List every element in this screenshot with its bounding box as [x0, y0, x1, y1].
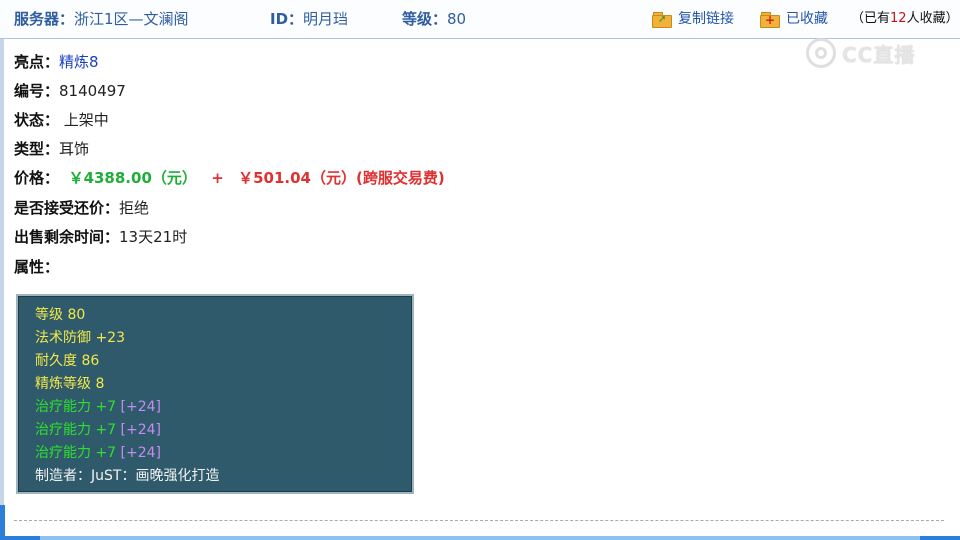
attr-refine-level: 精炼等级 8 [35, 376, 105, 392]
price-label: 价格： [14, 169, 60, 187]
section-divider [14, 520, 944, 521]
attr-heal-3-bonus: [+24] [120, 445, 162, 461]
counter-offer-row: 是否接受还价：拒绝 [14, 198, 149, 218]
server-info: 服务器：浙江1区—文澜阁 [14, 10, 189, 28]
price-value: ￥4388.00（元） [68, 169, 197, 187]
folder-arrow-icon: ➚ [652, 11, 672, 28]
highlight-value: 精炼8 [59, 53, 99, 71]
type-row: 类型：耳饰 [14, 139, 89, 159]
status-row: 状态： 上架中 [14, 110, 109, 130]
favorite-count-number: 12 [890, 11, 907, 26]
level-label: 等级： [402, 10, 448, 28]
server-label: 服务器： [14, 10, 75, 28]
favorite-button[interactable]: + 已收藏 [760, 10, 828, 28]
attr-heal-2: 治疗能力 +7 [+24] [35, 422, 162, 438]
copy-link-button[interactable]: ➚ 复制链接 [652, 10, 734, 28]
left-border [0, 0, 4, 540]
favorite-label: 已收藏 [786, 11, 828, 27]
id-value: 明月珰 [303, 10, 349, 28]
server-value: 浙江1区—文澜阁 [74, 10, 189, 28]
item-number-row: 编号：8140497 [14, 81, 126, 101]
attributes-row: 属性： [14, 257, 59, 277]
number-label: 编号： [14, 82, 60, 100]
price-plus-sign: + [211, 169, 224, 187]
highlight-label: 亮点： [14, 53, 60, 71]
counter-offer-label: 是否接受还价： [14, 199, 120, 217]
attr-magic-defense: 法术防御 +23 [35, 330, 125, 346]
folder-plus-icon: + [760, 11, 780, 28]
bottom-border-highlight [40, 536, 920, 540]
seller-id-info: ID：明月珰 [270, 10, 348, 28]
status-label: 状态： [14, 111, 60, 129]
counter-offer-value: 拒绝 [119, 199, 150, 217]
seller-level-info: 等级：80 [402, 10, 466, 28]
attr-maker: 制造者：JuST：画晚强化打造 [35, 468, 220, 484]
attr-heal-2-bonus: [+24] [120, 422, 162, 438]
cc-live-watermark: CC直播 [806, 38, 915, 68]
level-value: 80 [447, 10, 467, 28]
attr-level: 等级 80 [35, 307, 86, 323]
cc-logo-icon [806, 38, 836, 68]
cross-server-fee: ￥501.04（元）(跨服交易费) [238, 169, 445, 187]
remaining-time-value: 13天21时 [119, 228, 188, 246]
attr-heal-3: 治疗能力 +7 [+24] [35, 445, 162, 461]
type-value: 耳饰 [59, 140, 90, 158]
number-value: 8140497 [59, 82, 126, 100]
price-row: 价格： ￥4388.00（元） + ￥501.04（元）(跨服交易费) [14, 168, 445, 188]
attr-heal-1-bonus: [+24] [120, 399, 162, 415]
item-header-bar: 服务器：浙江1区—文澜阁 ID：明月珰 等级：80 ➚ 复制链接 + 已收藏 （… [0, 0, 960, 39]
attr-heal-1: 治疗能力 +7 [+24] [35, 399, 162, 415]
item-attributes-panel: 等级 80 法术防御 +23 耐久度 86 精炼等级 8 治疗能力 +7 [+2… [16, 294, 414, 494]
left-border-accent [0, 505, 5, 540]
copy-link-label: 复制链接 [678, 11, 734, 27]
remaining-time-label: 出售剩余时间： [14, 228, 120, 246]
id-label: ID： [270, 10, 304, 28]
favorite-count: （已有12人收藏） [851, 11, 959, 26]
watermark-text: CC直播 [842, 42, 916, 67]
highlight-row: 亮点：精炼8 [14, 52, 99, 72]
attr-durability: 耐久度 86 [35, 353, 100, 369]
remaining-time-row: 出售剩余时间：13天21时 [14, 227, 187, 247]
attributes-label: 属性： [14, 258, 60, 276]
status-value: 上架中 [63, 111, 109, 129]
type-label: 类型： [14, 140, 60, 158]
